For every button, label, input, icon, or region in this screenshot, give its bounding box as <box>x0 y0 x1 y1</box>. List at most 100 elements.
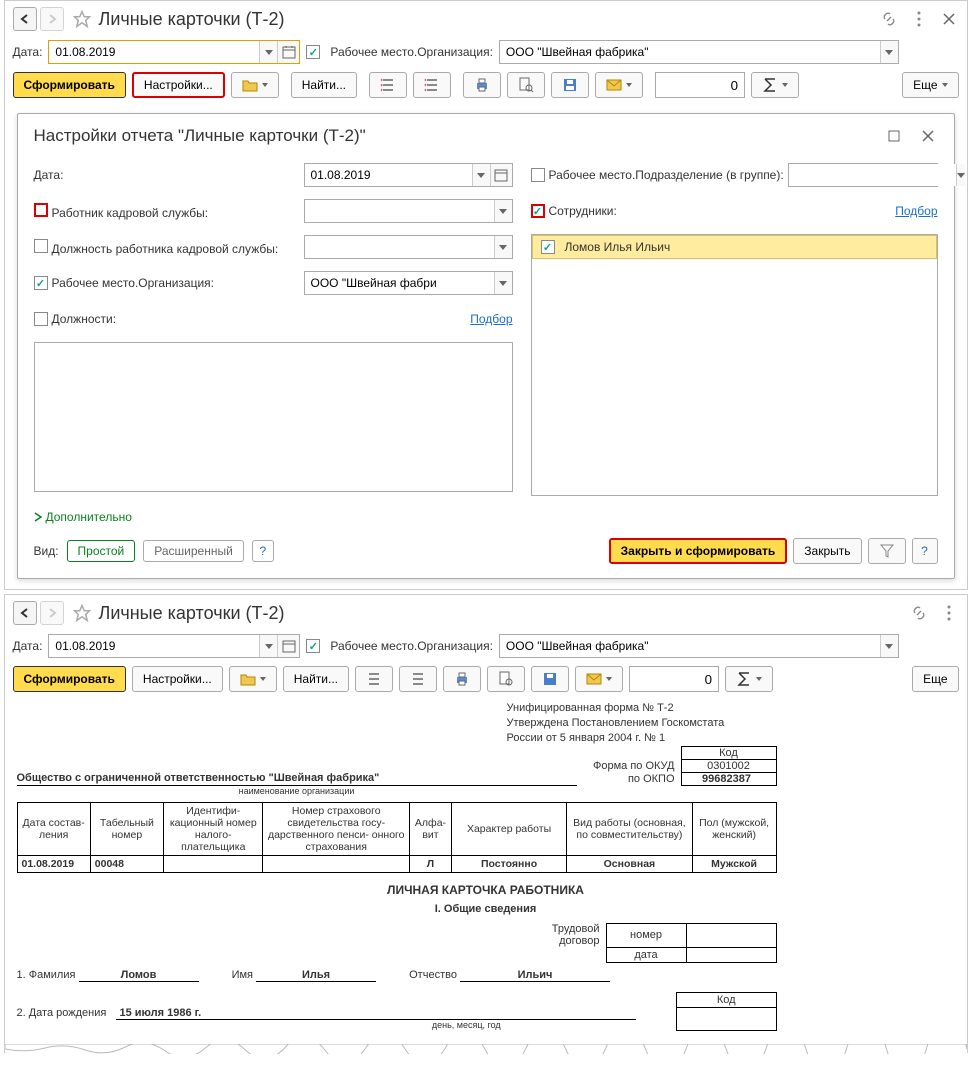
date-dropdown-button[interactable] <box>259 41 277 63</box>
nav-forward-button-2[interactable] <box>40 601 64 625</box>
panel-date-dropdown[interactable] <box>472 164 490 186</box>
dept-checkbox[interactable] <box>531 168 545 182</box>
close-panel-icon[interactable] <box>918 126 938 146</box>
date-dropdown-2[interactable] <box>259 635 277 657</box>
page-zoom-icon-2 <box>498 671 514 687</box>
date-label-2: Дата: <box>13 639 43 653</box>
employees-checkbox[interactable] <box>531 204 545 218</box>
dept-dropdown[interactable] <box>956 164 965 186</box>
org-combo-input-2[interactable] <box>500 635 880 657</box>
positions-pick-link[interactable]: Подбор <box>470 312 512 326</box>
panel-date-input[interactable] <box>305 164 472 186</box>
org-filter-checkbox[interactable] <box>306 45 320 59</box>
favorite-star-icon[interactable] <box>73 10 91 28</box>
more-menu-icon[interactable] <box>909 9 929 29</box>
printer-icon-2 <box>454 671 470 687</box>
find-button[interactable]: Найти... <box>291 72 357 98</box>
panel-org-dropdown[interactable] <box>494 272 512 294</box>
panel-close-button[interactable]: Закрыть <box>793 538 861 564</box>
date-input-group <box>48 40 300 64</box>
save-button-2[interactable] <box>531 666 569 692</box>
variants-button-2[interactable] <box>229 666 277 692</box>
org-combo-input[interactable] <box>500 41 880 63</box>
report-data-row: 01.08.2019 00048 Л Постоянно Основная Му… <box>17 855 776 872</box>
variants-button[interactable] <box>231 72 279 98</box>
sigma-button-2[interactable] <box>725 666 773 692</box>
mode-simple-button[interactable]: Простой <box>67 540 136 562</box>
hr-worker-checkbox[interactable] <box>34 203 48 217</box>
mode-extended-button[interactable]: Расширенный <box>143 540 244 562</box>
floppy-icon-2 <box>542 671 558 687</box>
nav-back-button-2[interactable] <box>13 601 37 625</box>
org-combo-dropdown[interactable] <box>880 41 898 63</box>
more-menu-icon-2[interactable] <box>939 603 959 623</box>
funnel-icon <box>879 543 895 559</box>
org-combo-2 <box>499 634 899 658</box>
employees-pick-link[interactable]: Подбор <box>895 204 937 218</box>
folder-gear-icon-2 <box>240 671 256 687</box>
preview-button-2[interactable] <box>487 666 525 692</box>
link-icon[interactable] <box>879 9 899 29</box>
collapse-all-button[interactable] <box>413 72 451 98</box>
print-button[interactable] <box>463 72 501 98</box>
panel-org-checkbox[interactable] <box>34 276 48 290</box>
panel-org-input[interactable] <box>305 272 494 294</box>
positions-checkbox[interactable] <box>34 312 48 326</box>
report-body: Унифицированная форма № Т-2 Утверждена П… <box>5 697 967 1043</box>
org-combo-dropdown-2[interactable] <box>880 635 898 657</box>
folder-gear-icon <box>242 77 258 93</box>
dept-input[interactable] <box>789 164 956 186</box>
panel-date-calendar[interactable] <box>490 164 512 186</box>
collapse-all-button-2[interactable] <box>399 666 437 692</box>
save-button[interactable] <box>551 72 589 98</box>
org-filter-checkbox-2[interactable] <box>306 639 320 653</box>
printer-icon <box>474 77 490 93</box>
email-button-2[interactable] <box>575 666 623 692</box>
page-zoom-icon <box>518 77 534 93</box>
envelope-icon <box>606 77 622 93</box>
calendar-button[interactable] <box>277 41 299 63</box>
count-input[interactable] <box>655 72 745 98</box>
employees-listbox[interactable]: Ломов Илья Ильич <box>531 234 938 496</box>
employee-list-item[interactable]: Ломов Илья Ильич <box>532 235 937 259</box>
settings-button[interactable]: Настройки... <box>132 72 225 98</box>
nav-forward-button[interactable] <box>40 7 64 31</box>
close-and-generate-button[interactable]: Закрыть и сформировать <box>609 538 788 564</box>
sigma-button[interactable] <box>751 72 799 98</box>
more-button[interactable]: Еще <box>902 72 958 98</box>
generate-button-2[interactable]: Сформировать <box>13 666 126 692</box>
count-input-2[interactable] <box>629 666 719 692</box>
generate-button[interactable]: Сформировать <box>13 72 126 98</box>
hr-worker-dropdown[interactable] <box>494 200 512 222</box>
nav-back-button[interactable] <box>13 7 37 31</box>
hr-worker-input[interactable] <box>305 200 494 222</box>
hr-position-input[interactable] <box>305 236 494 258</box>
settings-button-2[interactable]: Настройки... <box>132 666 223 692</box>
close-window-icon[interactable] <box>939 9 959 29</box>
envelope-icon-2 <box>586 671 602 687</box>
preview-button[interactable] <box>507 72 545 98</box>
sigma-icon <box>762 77 778 93</box>
help-button[interactable]: ? <box>252 540 274 562</box>
find-button-2[interactable]: Найти... <box>283 666 349 692</box>
favorite-star-icon-2[interactable] <box>73 604 91 622</box>
panel-date-label: Дата: <box>34 168 304 182</box>
hr-position-checkbox[interactable] <box>34 239 48 253</box>
filter-funnel-button[interactable] <box>868 538 906 564</box>
hr-position-dropdown[interactable] <box>494 236 512 258</box>
employee-item-checkbox[interactable] <box>541 240 555 254</box>
positions-listbox[interactable] <box>34 342 513 492</box>
calendar-button-2[interactable] <box>277 635 299 657</box>
email-button[interactable] <box>595 72 643 98</box>
panel-help-button[interactable]: ? <box>912 538 938 564</box>
expand-all-button[interactable] <box>369 72 407 98</box>
maximize-icon[interactable] <box>884 126 904 146</box>
more-button-2[interactable]: Еще <box>912 666 958 692</box>
date-input-2[interactable] <box>49 635 259 657</box>
advanced-link[interactable]: Дополнительно <box>34 510 938 524</box>
link-icon-2[interactable] <box>909 603 929 623</box>
expand-all-button-2[interactable] <box>355 666 393 692</box>
print-button-2[interactable] <box>443 666 481 692</box>
date-input[interactable] <box>49 41 259 63</box>
expand-icon-2 <box>366 671 382 687</box>
